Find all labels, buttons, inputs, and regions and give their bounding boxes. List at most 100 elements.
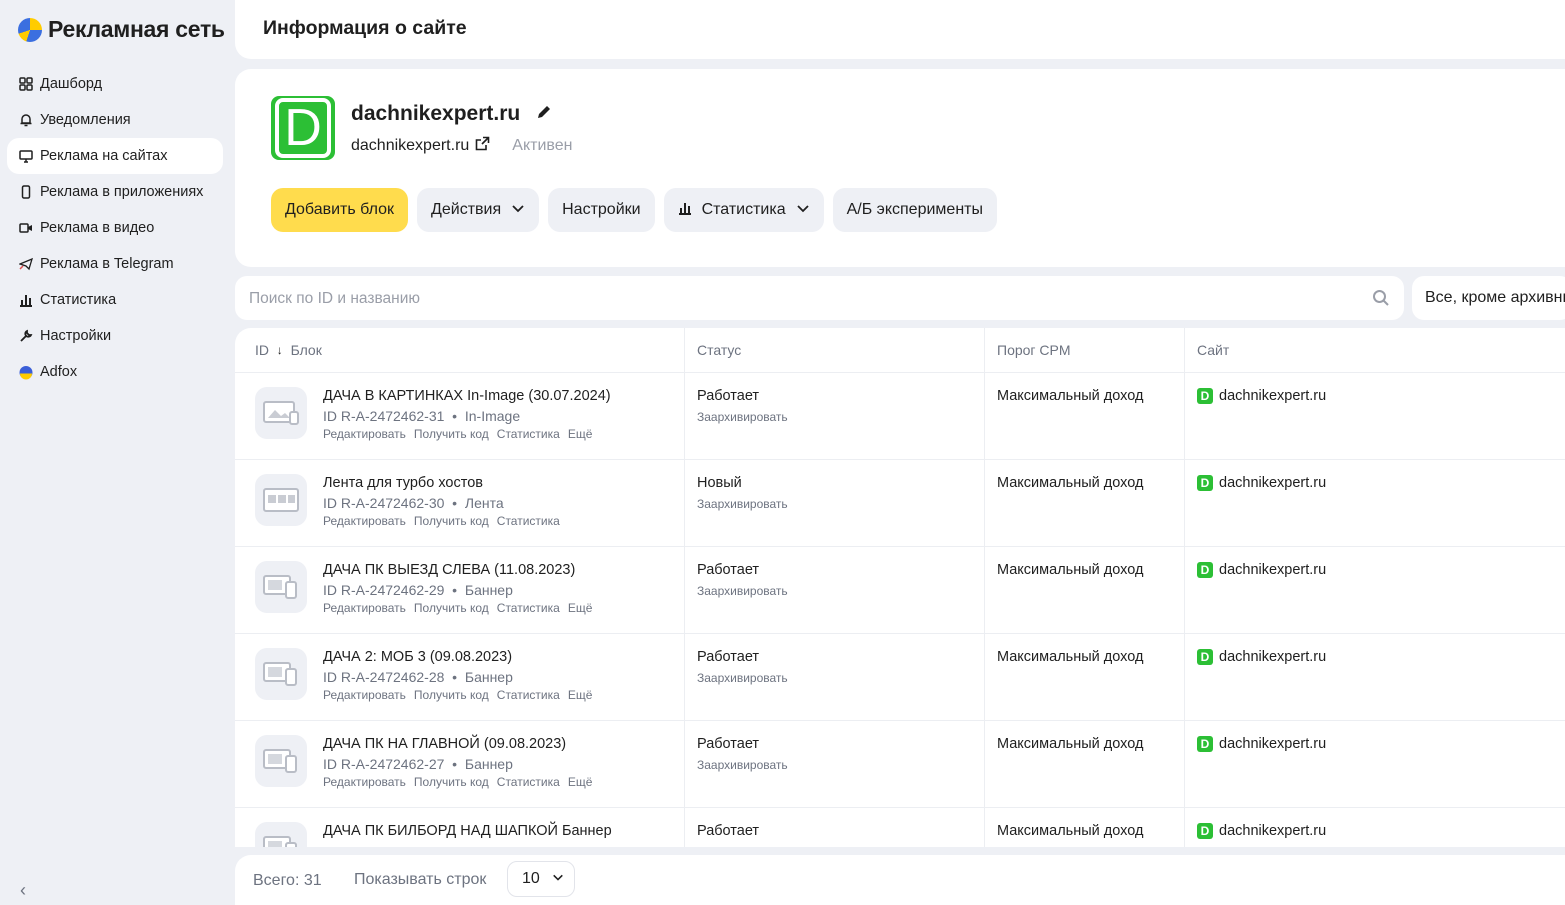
block-type-icon (255, 735, 307, 787)
site-link[interactable]: dachnikexpert.ru (1219, 474, 1326, 492)
archive-link[interactable]: Заархивировать (697, 410, 984, 424)
video-icon (19, 221, 33, 235)
archive-link[interactable]: Заархивировать (697, 671, 984, 685)
sidebar-item-label: Adfox (40, 364, 78, 380)
block-links: Редактировать Получить код Статистика Ещё (323, 601, 592, 615)
block-links: Редактировать Получить код Статистика (323, 514, 560, 528)
site-info: dachnikexpert.ru Активен (351, 136, 572, 156)
site-link[interactable]: dachnikexpert.ru (1219, 387, 1326, 405)
block-name[interactable]: Лента для турбо хостов (323, 474, 560, 492)
block-link[interactable]: Получить код (414, 514, 489, 528)
block-name[interactable]: ДАЧА ПК НА ГЛАВНОЙ (09.08.2023) (323, 735, 592, 753)
block-link[interactable]: Редактировать (323, 514, 406, 528)
block-cell: ДАЧА ПК ВЫЕЗД СЛЕВА (11.08.2023) ID R-A-… (235, 547, 685, 633)
column-header-site[interactable]: Сайт (1185, 328, 1565, 372)
status-cell: Новый Заархивировать (685, 460, 985, 546)
grid-icon (19, 77, 33, 91)
column-header-status[interactable]: Статус (685, 328, 985, 372)
site-name: dachnikexpert.ru (351, 102, 552, 126)
site-favicon-icon: D (1197, 649, 1213, 665)
sidebar: Рекламная сеть Дашборд Уведомления Рекла… (0, 0, 235, 905)
block-link[interactable]: Редактировать (323, 688, 406, 702)
block-link[interactable]: Получить код (414, 688, 489, 702)
site-card: D dachnikexpert.ru dachnikexpert.ru Акти… (235, 69, 1565, 267)
block-info: ДАЧА ПК НА ГЛАВНОЙ (09.08.2023) ID R-A-2… (323, 735, 592, 807)
archive-link[interactable]: Заархивировать (697, 584, 984, 598)
site-favicon-icon: D (1197, 562, 1213, 578)
sidebar-item-apps[interactable]: Реклама в приложениях (7, 174, 223, 210)
status-cell: Работает Заархивировать (685, 634, 985, 720)
block-link[interactable]: Ещё (568, 427, 593, 441)
edit-pencil-icon[interactable] (536, 102, 552, 126)
chevron-down-icon (552, 870, 564, 888)
collapse-sidebar-button[interactable]: ‹ (20, 880, 26, 901)
column-header-id-block[interactable]: ID ↓ Блок (235, 328, 685, 372)
search-field[interactable]: Поиск по ID и названию (235, 276, 1404, 320)
block-name[interactable]: ДАЧА ПК БИЛБОРД НАД ШАПКОЙ Баннер (323, 822, 612, 840)
site-favicon: D (271, 96, 335, 160)
block-link[interactable]: Статистика (497, 601, 560, 615)
block-link[interactable]: Получить код (414, 427, 489, 441)
cpm-cell: Максимальный доход (985, 460, 1185, 546)
sidebar-item-label: Уведомления (40, 112, 131, 128)
block-cell: ДАЧА ПК БИЛБОРД НАД ШАПКОЙ Баннер (235, 808, 685, 847)
column-header-cpm[interactable]: Порог CPM (985, 328, 1185, 372)
block-link[interactable]: Статистика (497, 688, 560, 702)
settings-button[interactable]: Настройки (548, 188, 655, 232)
search-input[interactable]: Поиск по ID и названию (249, 290, 420, 308)
archive-link[interactable]: Заархивировать (697, 497, 984, 511)
site-link[interactable]: dachnikexpert.ru (1219, 822, 1326, 840)
app-logo[interactable]: Рекламная сеть (18, 16, 225, 43)
ab-experiments-button[interactable]: А/Б эксперименты (832, 188, 997, 232)
sort-arrow-icon: ↓ (276, 343, 283, 357)
block-link[interactable]: Статистика (497, 427, 560, 441)
block-info: ДАЧА ПК ВЫЕЗД СЛЕВА (11.08.2023) ID R-A-… (323, 561, 592, 633)
status-filter-select[interactable]: Все, кроме архивных (1412, 276, 1565, 320)
block-status: Работает (697, 388, 760, 404)
statistics-dropdown[interactable]: Статистика (663, 188, 824, 232)
block-id: ID R-A-2472462-28 • Баннер (323, 669, 513, 685)
site-link[interactable]: dachnikexpert.ru (1219, 561, 1326, 579)
block-name[interactable]: ДАЧА В КАРТИНКАХ In-Image (30.07.2024) (323, 387, 611, 405)
block-status: Новый (697, 475, 742, 491)
block-link[interactable]: Редактировать (323, 427, 406, 441)
bell-icon (19, 113, 33, 127)
block-name[interactable]: ДАЧА ПК ВЫЕЗД СЛЕВА (11.08.2023) (323, 561, 592, 579)
block-link[interactable]: Статистика (497, 775, 560, 789)
block-id: ID R-A-2472462-29 • Баннер (323, 582, 513, 598)
blocks-table: ID ↓ Блок Статус Порог CPM Сайт ДАЧА В К… (235, 328, 1565, 847)
add-block-button[interactable]: Добавить блок (271, 188, 409, 232)
archive-link[interactable]: Заархивировать (697, 758, 984, 772)
site-link[interactable]: dachnikexpert.ru (1219, 735, 1326, 753)
site-actions: Добавить блок Действия Настройки Статист… (271, 188, 997, 232)
sidebar-item-label: Дашборд (40, 76, 103, 92)
block-info: Лента для турбо хостов ID R-A-2472462-30… (323, 474, 560, 546)
sidebar-item-sites[interactable]: Реклама на сайтах (7, 138, 223, 174)
sidebar-item-video[interactable]: Реклама в видео (7, 210, 223, 246)
rows-per-page-select[interactable]: 10 (507, 861, 575, 897)
sidebar-item-statistics[interactable]: Статистика (7, 282, 223, 318)
block-link[interactable]: Статистика (497, 514, 560, 528)
sidebar-item-settings[interactable]: Настройки (7, 318, 223, 354)
sidebar-item-dashboard[interactable]: Дашборд (7, 66, 223, 102)
sidebar-item-notifications[interactable]: Уведомления (7, 102, 223, 138)
chevron-left-icon: ‹ (20, 880, 26, 900)
block-link[interactable]: Редактировать (323, 775, 406, 789)
site-domain-link[interactable]: dachnikexpert.ru (351, 137, 469, 155)
actions-dropdown[interactable]: Действия (417, 188, 540, 232)
sidebar-item-adfox[interactable]: Adfox (7, 354, 223, 390)
block-link[interactable]: Ещё (568, 775, 593, 789)
block-link[interactable]: Получить код (414, 775, 489, 789)
sidebar-item-telegram[interactable]: Реклама в Telegram (7, 246, 223, 282)
cpm-cell: Максимальный доход (985, 808, 1185, 847)
block-name[interactable]: ДАЧА 2: МОБ 3 (09.08.2023) (323, 648, 592, 666)
status-cell: Работает Заархивировать (685, 547, 985, 633)
block-link[interactable]: Ещё (568, 688, 593, 702)
table-row: Лента для турбо хостов ID R-A-2472462-30… (235, 460, 1565, 547)
external-link-icon[interactable] (475, 136, 490, 156)
site-link[interactable]: dachnikexpert.ru (1219, 648, 1326, 666)
cpm-cell: Максимальный доход (985, 721, 1185, 807)
block-link[interactable]: Получить код (414, 601, 489, 615)
block-link[interactable]: Редактировать (323, 601, 406, 615)
block-link[interactable]: Ещё (568, 601, 593, 615)
